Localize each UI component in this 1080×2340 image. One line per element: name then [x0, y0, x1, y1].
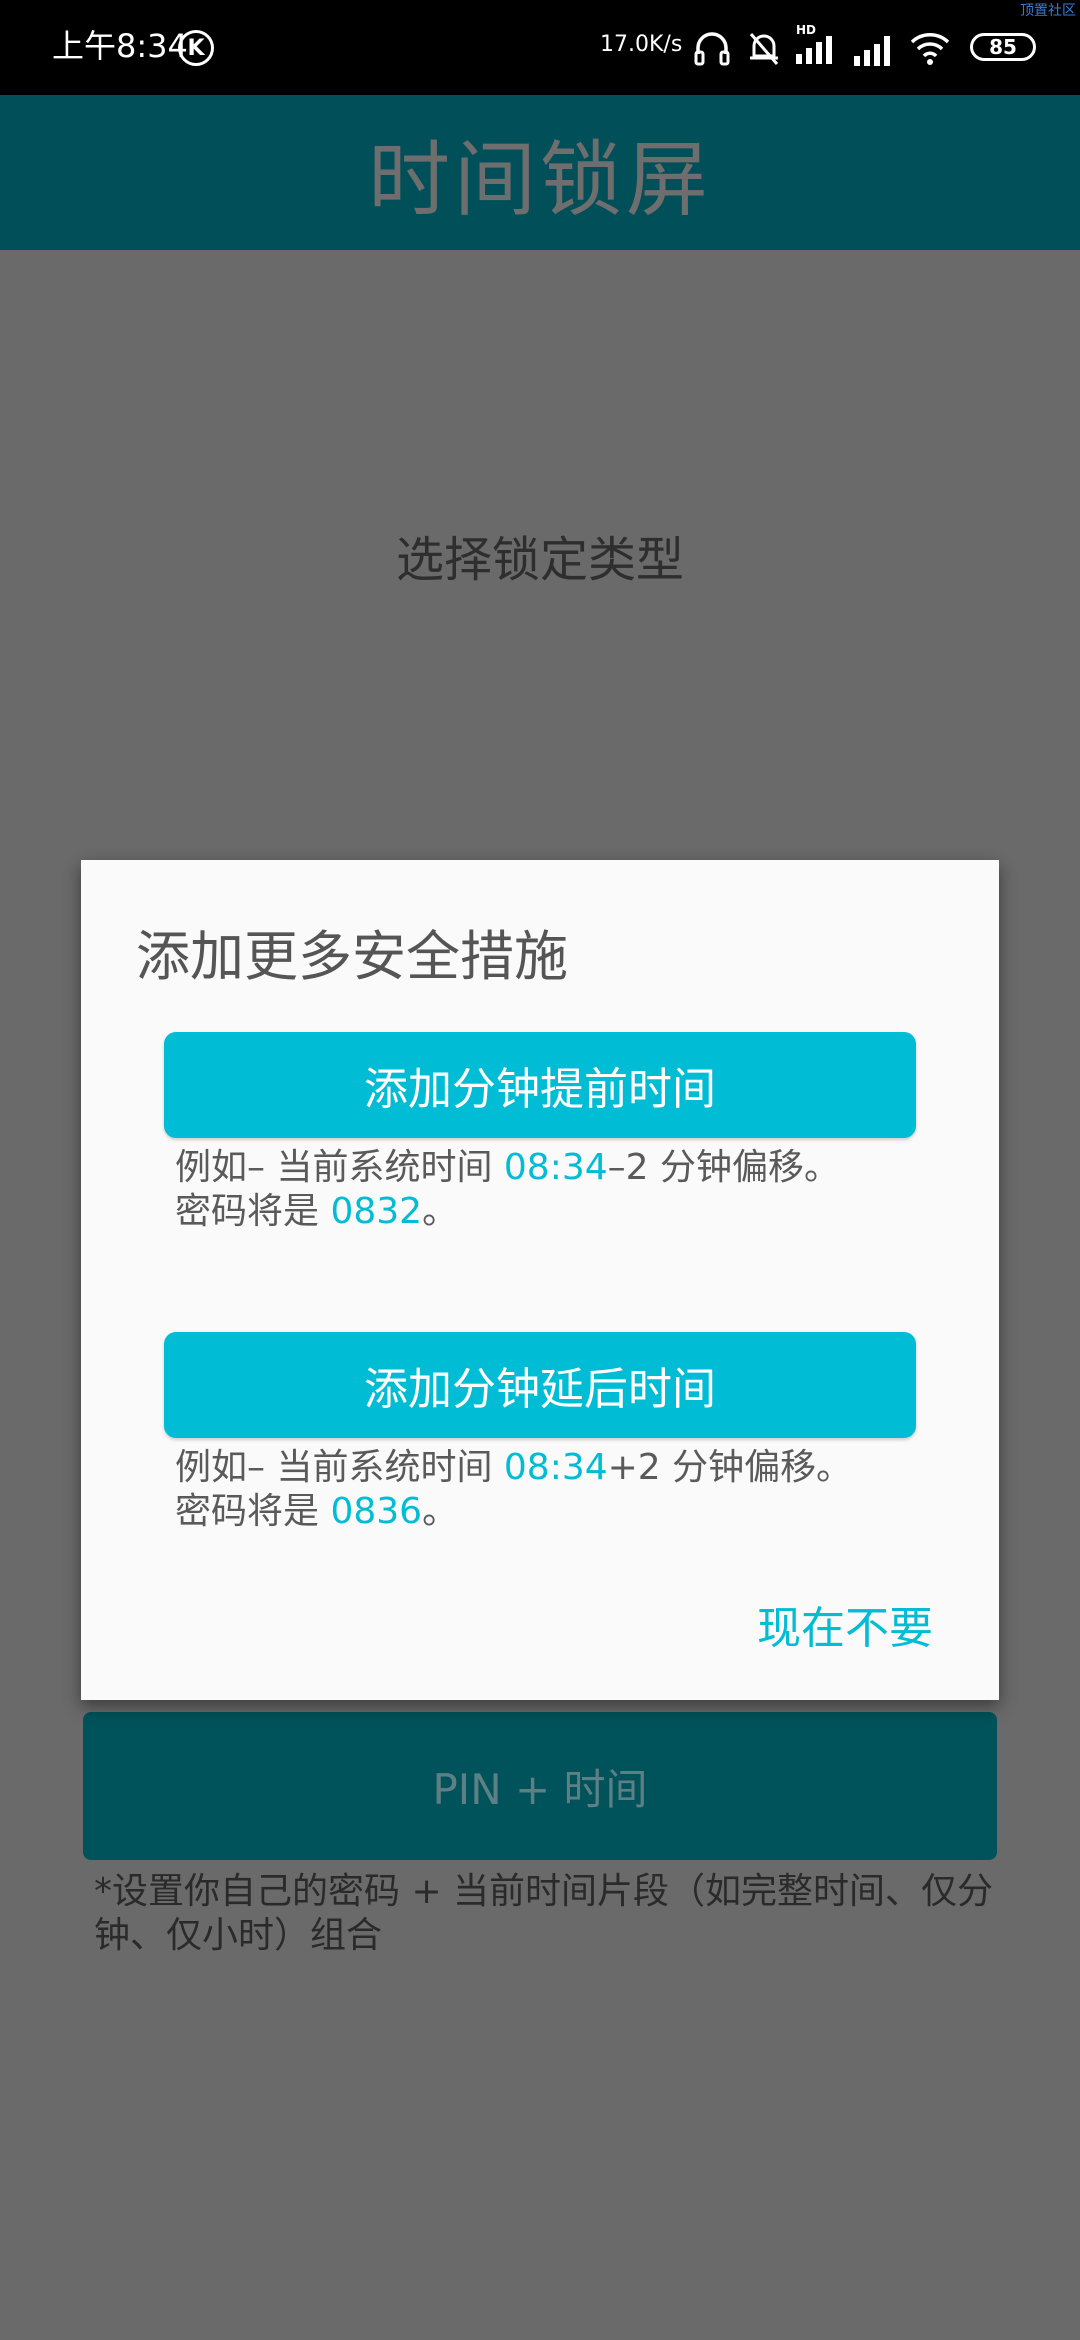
app-bar: 时间锁屏	[0, 95, 1080, 250]
headset-icon	[692, 28, 732, 72]
add-minute-advance-button[interactable]: 添加分钟提前时间	[164, 1032, 916, 1138]
status-bar: 上午8:34 K 17.0K/s HD 85 顶置社区	[0, 0, 1080, 95]
watermark: 顶置社区	[1020, 3, 1076, 19]
lock-type-heading: 选择锁定类型	[395, 532, 684, 588]
not-now-button[interactable]: 现在不要	[757, 1592, 933, 1656]
example-time: 08:34	[503, 1447, 608, 1488]
pin-time-button[interactable]: PIN + 时间	[83, 1712, 997, 1860]
mute-bell-icon	[744, 28, 784, 72]
advance-description: 例如– 当前系统时间 08:34–2 分钟偏移。 密码将是 0832。	[175, 1147, 840, 1232]
app-title: 时间锁屏	[367, 133, 712, 228]
pin-time-description: *设置你自己的密码 + 当前时间片段（如完整时间、仅分钟、仅小时）组合	[94, 1871, 994, 1956]
hd-label: HD	[796, 23, 816, 37]
wifi-icon	[908, 28, 952, 72]
status-time: 上午8:34	[52, 27, 188, 65]
status-icons: 17.0K/s HD 85	[600, 0, 1080, 95]
delay-description: 例如– 当前系统时间 08:34+2 分钟偏移。 密码将是 0836。	[175, 1447, 853, 1532]
example-time: 08:34	[503, 1147, 608, 1188]
k-app-icon: K	[178, 30, 214, 66]
signal-icon	[852, 28, 896, 72]
battery-icon: 85	[970, 33, 1036, 61]
dialog-title: 添加更多安全措施	[136, 925, 568, 988]
add-minute-delay-button[interactable]: 添加分钟延后时间	[164, 1332, 916, 1438]
example-password: 0836	[330, 1491, 423, 1532]
network-speed: 17.0K/s	[600, 32, 683, 57]
signal-hd-icon: HD	[794, 22, 840, 72]
security-dialog: 添加更多安全措施 添加分钟提前时间 例如– 当前系统时间 08:34–2 分钟偏…	[81, 860, 999, 1700]
example-password: 0832	[330, 1191, 423, 1232]
